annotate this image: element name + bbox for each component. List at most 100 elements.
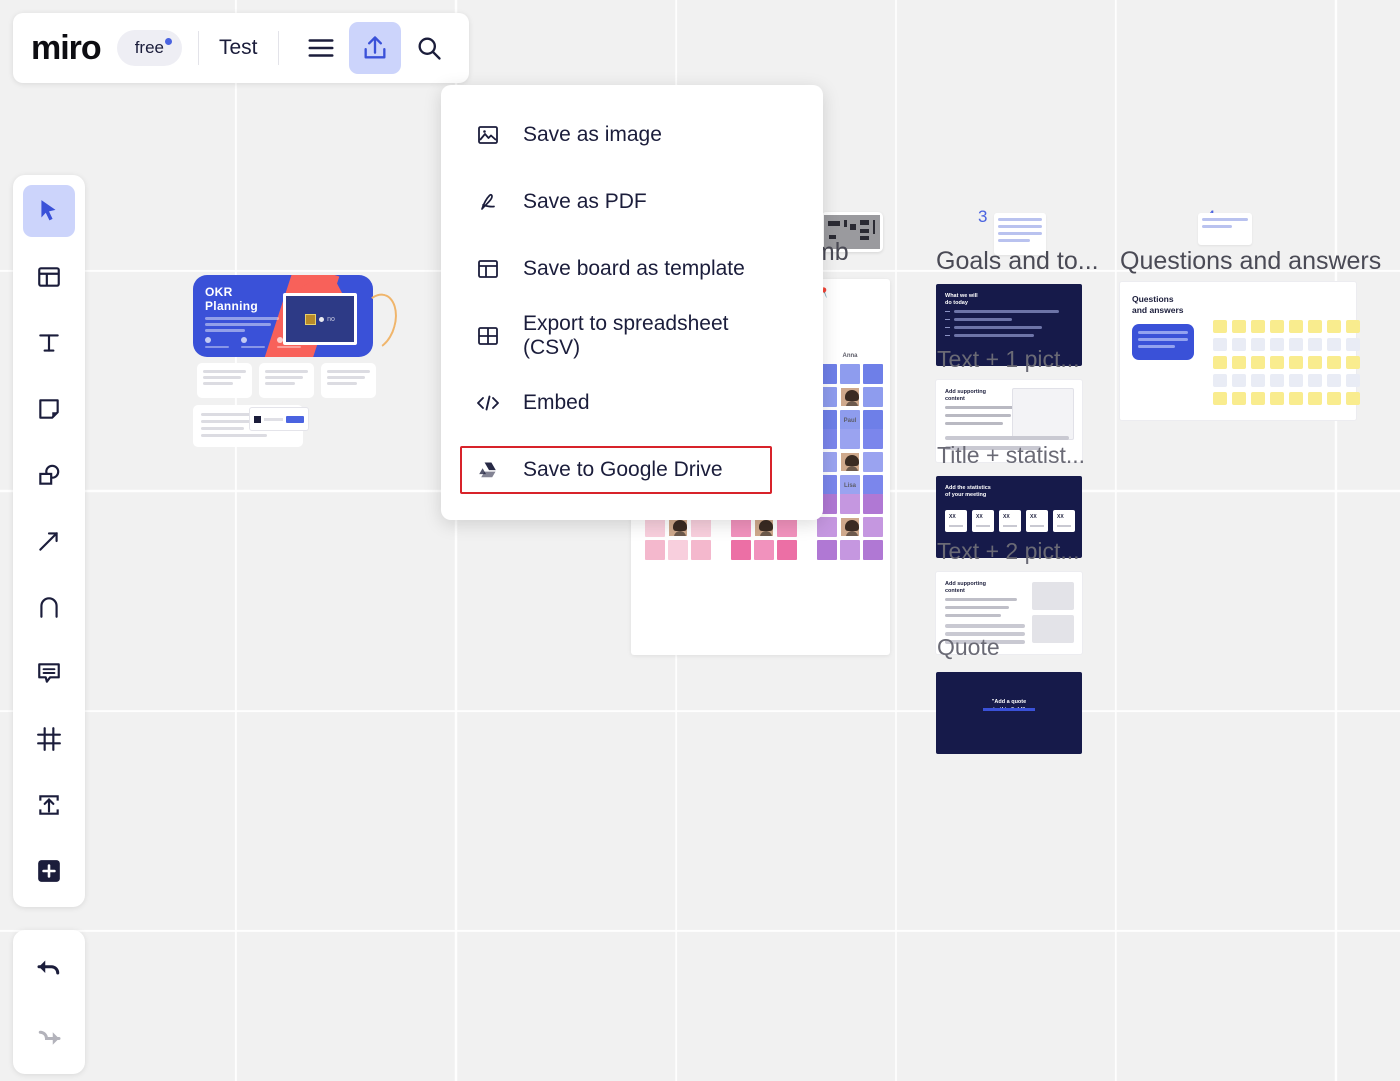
qa-sticky-cell	[1251, 374, 1265, 387]
qa-heading-line1: Questions	[1132, 294, 1174, 304]
plan-badge-label: free	[135, 38, 164, 57]
templates-tool[interactable]	[23, 251, 75, 303]
board-title[interactable]: Test	[215, 36, 262, 60]
sticky-cell	[668, 540, 688, 560]
export-button[interactable]	[349, 22, 401, 74]
text-tool[interactable]	[23, 317, 75, 369]
menu-item-save-as-pdf[interactable]: Save as PDF	[441, 168, 823, 235]
qa-sticky-cell	[1308, 320, 1322, 333]
qa-sticky-cell	[1232, 320, 1246, 333]
video-thumb-icon	[305, 314, 316, 325]
stat-box: XX	[999, 510, 1021, 532]
connector-tool[interactable]	[23, 515, 75, 567]
okr-title: OKR Planning	[205, 285, 258, 313]
team-member-name: Anna	[817, 353, 883, 359]
sticky-cell	[645, 517, 665, 537]
miro-logo[interactable]: miro	[27, 29, 107, 68]
undo-button[interactable]	[23, 942, 75, 994]
qa-blue-chip[interactable]	[1132, 324, 1194, 360]
pen-tool[interactable]	[23, 581, 75, 633]
qa-sticky-cell	[1251, 338, 1265, 351]
okr-planning-object[interactable]: OKR Planning no	[193, 275, 403, 440]
menu-item-export-to-spreadsheet[interactable]: Export to spreadsheet (CSV)	[441, 302, 823, 369]
mini-square-icon	[254, 416, 261, 423]
sticky-cell	[777, 517, 797, 537]
okr-video-embed[interactable]: no	[283, 293, 357, 345]
qa-sticky-cell	[1327, 374, 1341, 387]
templates-icon	[36, 264, 62, 290]
qa-sticky-cell	[1289, 356, 1303, 369]
qa-sticky-cell	[1308, 392, 1322, 405]
avatar	[839, 516, 861, 538]
hamburger-icon	[306, 33, 336, 63]
plan-badge-dot	[165, 38, 172, 45]
qa-sticky-cell	[1289, 392, 1303, 405]
okr-chip[interactable]	[259, 363, 314, 398]
okr-chip[interactable]	[197, 363, 252, 398]
shapes-icon	[36, 462, 62, 488]
spreadsheet-icon	[475, 323, 501, 349]
sticky-cell	[731, 517, 751, 537]
sticky-cell	[817, 540, 837, 560]
toolbar-divider	[278, 31, 279, 65]
slide-thumbnail[interactable]: "Add a quoteto this field"	[936, 672, 1082, 754]
menu-item-save-board-as-template[interactable]: Save board as template	[441, 235, 823, 302]
section-goals-and-todos[interactable]: 3 Goals and to... What we willdo today T…	[936, 205, 1086, 754]
pen-icon	[36, 594, 62, 620]
video-label: no	[327, 316, 335, 323]
sticky-cell	[863, 452, 883, 472]
menu-item-embed[interactable]: Embed	[441, 369, 823, 436]
okr-body-lines	[205, 317, 279, 335]
search-button[interactable]	[403, 22, 455, 74]
upload-tool[interactable]	[23, 779, 75, 831]
menu-item-label: Save to Google Drive	[523, 458, 723, 482]
more-apps-tool[interactable]	[23, 845, 75, 897]
okr-chip-row	[197, 363, 376, 398]
toolbar-divider	[198, 31, 199, 65]
frame-tool[interactable]	[23, 713, 75, 765]
slide-rule	[945, 624, 1025, 628]
slide-image-placeholder	[1012, 388, 1074, 440]
team-member-grid[interactable]: Lisa	[817, 494, 883, 560]
qa-sticky-cell	[1270, 356, 1284, 369]
sticky-cell	[863, 387, 883, 407]
section-questions-and-answers[interactable]: 4 Questions and answers Questions and an…	[1120, 205, 1360, 420]
menu-item-save-as-image[interactable]: Save as image	[441, 101, 823, 168]
sticky-cell	[840, 540, 860, 560]
qa-sticky-cell	[1270, 392, 1284, 405]
slide-rule	[945, 436, 1069, 440]
qa-sticky-cell	[1213, 338, 1227, 351]
sticky-cell	[863, 364, 883, 384]
sticky-cell	[754, 540, 774, 560]
image-icon	[475, 122, 501, 148]
qa-sticky-cell	[1289, 338, 1303, 351]
sticky-cell	[777, 540, 797, 560]
qa-sticky-cell	[1308, 338, 1322, 351]
qa-sticky-cell	[1213, 392, 1227, 405]
comment-tool[interactable]	[23, 647, 75, 699]
stat-box: XX	[1053, 510, 1075, 532]
frame-icon	[36, 726, 62, 752]
main-menu-button[interactable]	[295, 22, 347, 74]
qa-sticky-cell	[1232, 338, 1246, 351]
questions-and-answers-card[interactable]: Questions and answers	[1120, 282, 1356, 420]
redo-button[interactable]	[23, 1010, 75, 1062]
team-member-name: Lisa	[817, 483, 883, 489]
menu-item-label: Save as PDF	[523, 190, 647, 214]
select-tool[interactable]	[23, 185, 75, 237]
qa-sticky-cell	[1346, 392, 1360, 405]
okr-chip[interactable]	[321, 363, 376, 398]
menu-item-save-to-google-drive[interactable]: Save to Google Drive	[441, 436, 823, 503]
pdf-icon	[475, 189, 501, 215]
slide-heading: Add the statisticsof your meeting	[945, 485, 991, 499]
slide-image-placeholder	[1032, 582, 1074, 610]
team-member-name: Paul	[817, 418, 883, 424]
okr-mini-widget[interactable]	[249, 407, 309, 431]
slide-stat-row: XX XX XX XX XX	[945, 510, 1075, 532]
plan-badge[interactable]: free	[117, 30, 182, 66]
menu-item-label: Export to spreadsheet (CSV)	[523, 312, 789, 360]
sticky-note-tool[interactable]	[23, 383, 75, 435]
upload-box-icon	[36, 792, 62, 818]
shapes-tool[interactable]	[23, 449, 75, 501]
plus-square-icon	[36, 858, 62, 884]
